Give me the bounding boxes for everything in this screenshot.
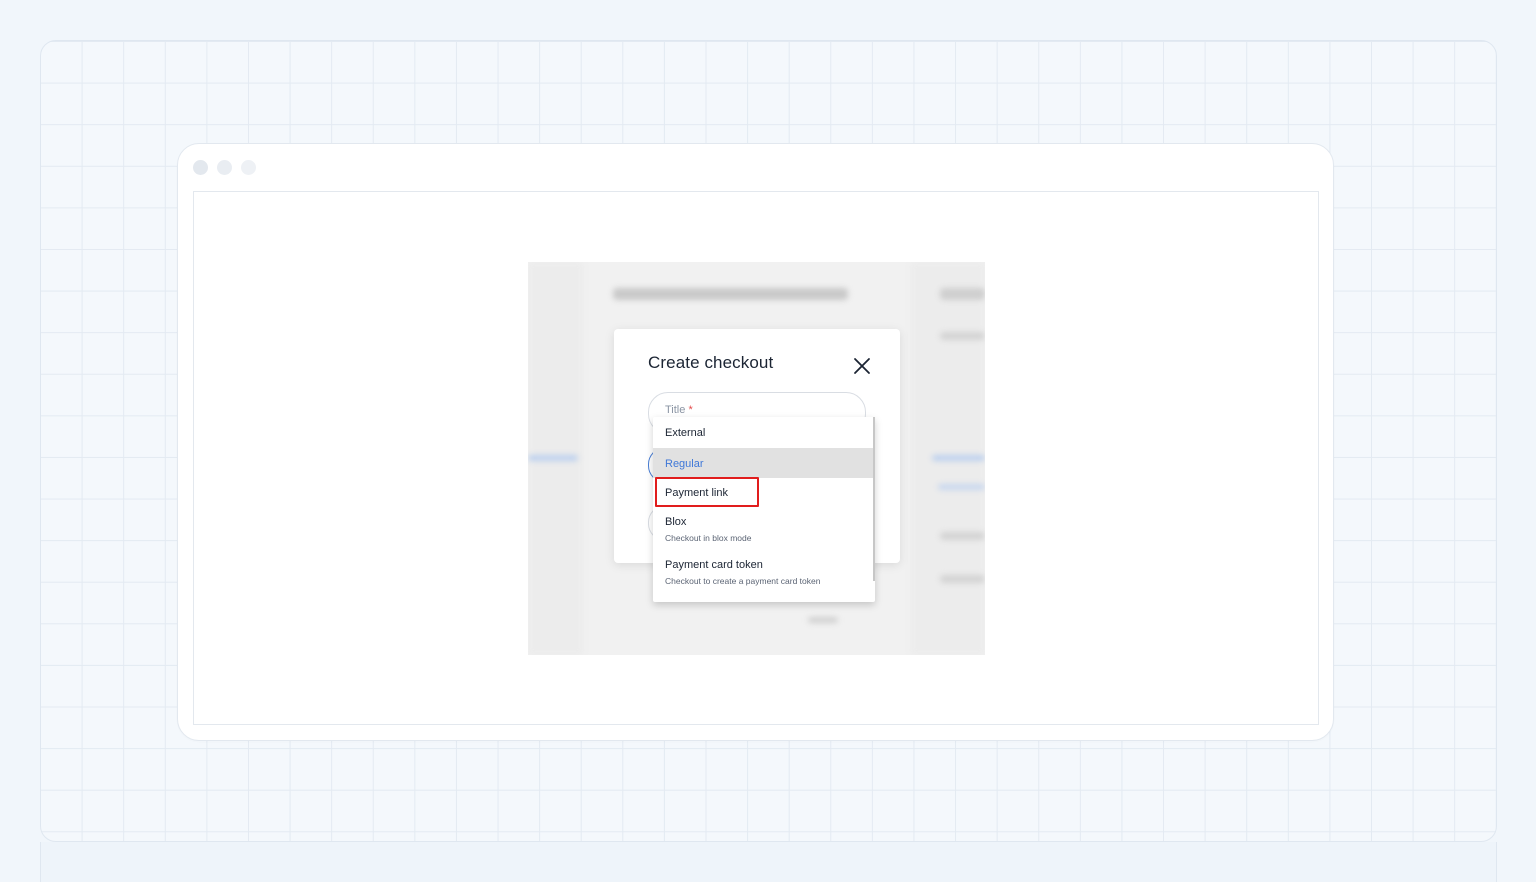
option-description: Checkout in blox mode bbox=[665, 533, 752, 543]
dropdown-option-external[interactable]: External bbox=[653, 417, 873, 447]
blurred-line bbox=[940, 332, 985, 340]
close-icon[interactable] bbox=[853, 357, 871, 375]
dropdown-scrollbar[interactable] bbox=[873, 417, 875, 581]
window-dot-2 bbox=[217, 160, 232, 175]
browser-window: Create checkout Title * External Regular bbox=[177, 143, 1334, 741]
blurred-heading bbox=[613, 288, 848, 300]
modal-title: Create checkout bbox=[648, 353, 774, 372]
blurred-line-right-2 bbox=[940, 532, 985, 540]
blurred-heading-right bbox=[940, 288, 985, 300]
dropdown-option-payment-card-token[interactable]: Payment card token Checkout to create a … bbox=[653, 553, 873, 599]
title-field-label: Title * bbox=[665, 404, 693, 416]
window-dot-1 bbox=[193, 160, 208, 175]
dropdown-option-blox[interactable]: Blox Checkout in blox mode bbox=[653, 509, 873, 551]
grid-background-bottom bbox=[40, 842, 1497, 882]
option-label: External bbox=[665, 427, 706, 439]
title-label-text: Title bbox=[665, 404, 686, 416]
option-description: Checkout to create a payment card token bbox=[665, 576, 821, 586]
option-label: Blox bbox=[665, 516, 687, 528]
dropdown-option-regular[interactable]: Regular bbox=[653, 448, 873, 478]
blurred-tab-left bbox=[528, 455, 578, 461]
option-label: Regular bbox=[665, 458, 704, 470]
blurred-line-bottom bbox=[808, 617, 838, 623]
app-screenshot: Create checkout Title * External Regular bbox=[528, 262, 985, 655]
window-dot-3 bbox=[241, 160, 256, 175]
highlight-box bbox=[655, 477, 759, 507]
option-label: Payment card token bbox=[665, 559, 763, 571]
blurred-link-right bbox=[938, 484, 985, 490]
checkout-type-dropdown: External Regular Payment link Blox Check… bbox=[653, 417, 875, 602]
blurred-line-right-3 bbox=[940, 575, 985, 583]
blurred-tab-right bbox=[932, 455, 985, 461]
required-mark: * bbox=[688, 404, 693, 416]
browser-viewport: Create checkout Title * External Regular bbox=[193, 191, 1319, 725]
